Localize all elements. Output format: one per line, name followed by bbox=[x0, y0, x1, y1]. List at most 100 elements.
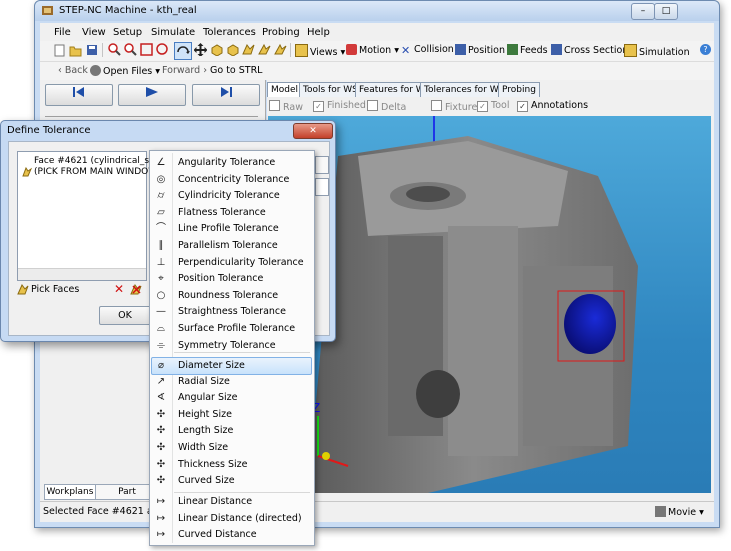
position-button[interactable]: Position bbox=[455, 44, 505, 58]
menu-setup[interactable]: Setup bbox=[113, 27, 142, 38]
open-files-button[interactable]: Open Files ▾ bbox=[90, 65, 160, 77]
menu-item-angularity-tolerance[interactable]: ∠ Angularity Tolerance bbox=[152, 155, 312, 171]
menu-view[interactable]: View bbox=[82, 27, 106, 38]
measure-icon[interactable] bbox=[258, 43, 271, 56]
title-bar[interactable]: STEP-NC Machine - kth_real – □ bbox=[35, 1, 719, 21]
menu-item-radial-size[interactable]: ↗ Radial Size bbox=[152, 374, 312, 390]
checkbox-box: ✓ bbox=[517, 101, 528, 112]
menu-item-angular-size[interactable]: ∢ Angular Size bbox=[152, 390, 312, 406]
menu-item-curved-size[interactable]: ✣ Curved Size bbox=[152, 473, 312, 489]
menu-item-surface-profile-tolerance[interactable]: ⌓ Surface Profile Tolerance bbox=[152, 321, 312, 337]
tab-workplans[interactable]: Workplans bbox=[44, 484, 96, 500]
goto-strl-button[interactable]: Go to STRL bbox=[210, 65, 262, 76]
face-list-item[interactable]: (PICK FROM MAIN WINDOW) bbox=[34, 167, 161, 177]
tab-probing[interactable]: Probing bbox=[498, 82, 540, 97]
menu-item-symmetry-tolerance[interactable]: ⌯ Symmetry Tolerance bbox=[152, 338, 312, 354]
menu-item-linear-distance-directed[interactable]: ↦ Linear Distance (directed) bbox=[152, 511, 312, 527]
cross-section-label: Cross Section bbox=[564, 45, 629, 56]
menu-item-diameter-size[interactable]: ⌀ Diameter Size bbox=[151, 357, 312, 375]
menu-item-linear-distance[interactable]: ↦ Linear Distance bbox=[152, 494, 312, 510]
motion-button[interactable]: Motion ▾ bbox=[346, 44, 399, 58]
dialog-field[interactable] bbox=[315, 178, 329, 196]
menu-item-concentricity-tolerance[interactable]: ◎ Concentricity Tolerance bbox=[152, 172, 312, 188]
window-title: STEP-NC Machine - kth_real bbox=[59, 5, 197, 16]
cut-icon[interactable] bbox=[274, 43, 287, 56]
menu-item-height-size[interactable]: ✣ Height Size bbox=[152, 407, 312, 423]
menu-item-flatness-tolerance[interactable]: ▱ Flatness Tolerance bbox=[152, 205, 312, 221]
feeds-icon bbox=[507, 44, 518, 55]
save-icon[interactable] bbox=[86, 44, 98, 56]
checkbox-fixture[interactable]: Fixture bbox=[431, 100, 477, 113]
checkbox-annotations[interactable]: ✓ Annotations bbox=[517, 100, 588, 112]
highlight-icon[interactable] bbox=[242, 43, 255, 56]
delete-icon[interactable]: ✕ bbox=[114, 282, 124, 296]
menu-item-line-profile-tolerance[interactable]: ⌒ Line Profile Tolerance bbox=[152, 221, 312, 237]
tab-model[interactable]: Model bbox=[267, 82, 303, 97]
play-button[interactable] bbox=[118, 84, 186, 106]
maximize-button[interactable]: □ bbox=[654, 3, 678, 20]
dialog-close-button[interactable]: ✕ bbox=[293, 123, 333, 139]
rewind-button[interactable] bbox=[45, 84, 113, 106]
menu-item-position-tolerance[interactable]: ⌖ Position Tolerance bbox=[152, 271, 312, 287]
checkbox-label: Delta bbox=[381, 102, 407, 113]
step-forward-button[interactable] bbox=[192, 84, 260, 106]
menu-file[interactable]: File bbox=[54, 27, 71, 38]
checkbox-label: Finished bbox=[327, 100, 366, 111]
feeds-button[interactable]: Feeds bbox=[507, 44, 548, 58]
menu-item-label: Curved Size bbox=[178, 475, 235, 487]
forward-button[interactable]: Forward › bbox=[162, 65, 207, 76]
checkbox-raw[interactable]: Raw bbox=[269, 100, 303, 113]
select-edge-icon[interactable] bbox=[226, 43, 239, 57]
face-list[interactable]: Face #4621 (cylindrical_surface (PICK FR… bbox=[17, 151, 178, 281]
menu-probing[interactable]: Probing bbox=[262, 27, 300, 38]
zoom-in-icon[interactable] bbox=[108, 43, 121, 56]
dialog-field[interactable] bbox=[315, 156, 329, 174]
menu-item-straightness-tolerance[interactable]: — Straightness Tolerance bbox=[152, 304, 312, 320]
rotate-icon[interactable] bbox=[174, 42, 192, 60]
select-face-icon[interactable] bbox=[210, 43, 223, 57]
menu-item-roundness-tolerance[interactable]: ○ Roundness Tolerance bbox=[152, 288, 312, 304]
menu-item-parallelism-tolerance[interactable]: ∥ Parallelism Tolerance bbox=[152, 238, 312, 254]
ok-button[interactable]: OK bbox=[99, 306, 151, 325]
pan-icon[interactable] bbox=[193, 43, 208, 57]
checkbox-label: Annotations bbox=[531, 100, 589, 111]
menu-item-thickness-size[interactable]: ✣ Thickness Size bbox=[152, 457, 312, 473]
checkbox-label: Raw bbox=[283, 102, 303, 113]
zoom-fit-icon[interactable] bbox=[140, 43, 153, 56]
menu-tolerances[interactable]: Tolerances bbox=[203, 27, 256, 38]
back-button[interactable]: ‹ Back bbox=[58, 65, 88, 76]
menu-item-label: Perpendicularity Tolerance bbox=[178, 256, 304, 268]
cross-section-button[interactable]: Cross Section bbox=[551, 44, 628, 58]
menu-item-label: Cylindricity Tolerance bbox=[178, 190, 280, 202]
checkbox-finished[interactable]: ✓ Finished bbox=[313, 100, 366, 112]
menu-item-curved-distance[interactable]: ↦ Curved Distance bbox=[152, 527, 312, 543]
speed-slider[interactable] bbox=[45, 110, 258, 117]
menu-item-perpendicularity-tolerance[interactable]: ⊥ Perpendicularity Tolerance bbox=[152, 255, 312, 271]
horizontal-scrollbar[interactable] bbox=[18, 268, 146, 280]
zoom-area-icon[interactable] bbox=[156, 43, 169, 56]
menu-item-width-size[interactable]: ✣ Width Size bbox=[152, 440, 312, 456]
pick-faces-button[interactable]: Pick Faces bbox=[31, 284, 79, 295]
width-size-icon: ✣ bbox=[156, 442, 166, 453]
menu-simulate[interactable]: Simulate bbox=[151, 27, 195, 38]
delete-all-icon[interactable] bbox=[130, 283, 142, 295]
help-icon[interactable]: ? bbox=[700, 44, 711, 55]
menu-item-length-size[interactable]: ✣ Length Size bbox=[152, 423, 312, 439]
menu-help[interactable]: Help bbox=[307, 27, 330, 38]
angularity-tolerance-icon: ∠ bbox=[156, 157, 166, 168]
checkbox-tool[interactable]: ✓ Tool bbox=[477, 100, 509, 112]
views-button[interactable]: Views ▾ bbox=[295, 44, 345, 58]
movie-button[interactable]: Movie ▾ bbox=[655, 506, 704, 518]
new-file-icon[interactable] bbox=[54, 44, 65, 57]
tab-tools-for-ws[interactable]: Tools for WS bbox=[299, 82, 362, 97]
simulation-button[interactable]: Simulation bbox=[624, 44, 690, 58]
position-icon bbox=[455, 44, 466, 55]
checkbox-delta[interactable]: Delta bbox=[367, 100, 407, 113]
zoom-out-icon[interactable] bbox=[124, 43, 137, 56]
open-files-label: Open Files ▾ bbox=[103, 66, 161, 77]
minimize-button[interactable]: – bbox=[631, 3, 655, 20]
collision-button[interactable]: ✕ Collision bbox=[401, 44, 454, 58]
menu-item-cylindricity-tolerance[interactable]: ⌭ Cylindricity Tolerance bbox=[152, 188, 312, 204]
open-folder-icon[interactable] bbox=[69, 44, 82, 57]
tab-tolerances-for-ws[interactable]: Tolerances for WS bbox=[420, 82, 509, 97]
